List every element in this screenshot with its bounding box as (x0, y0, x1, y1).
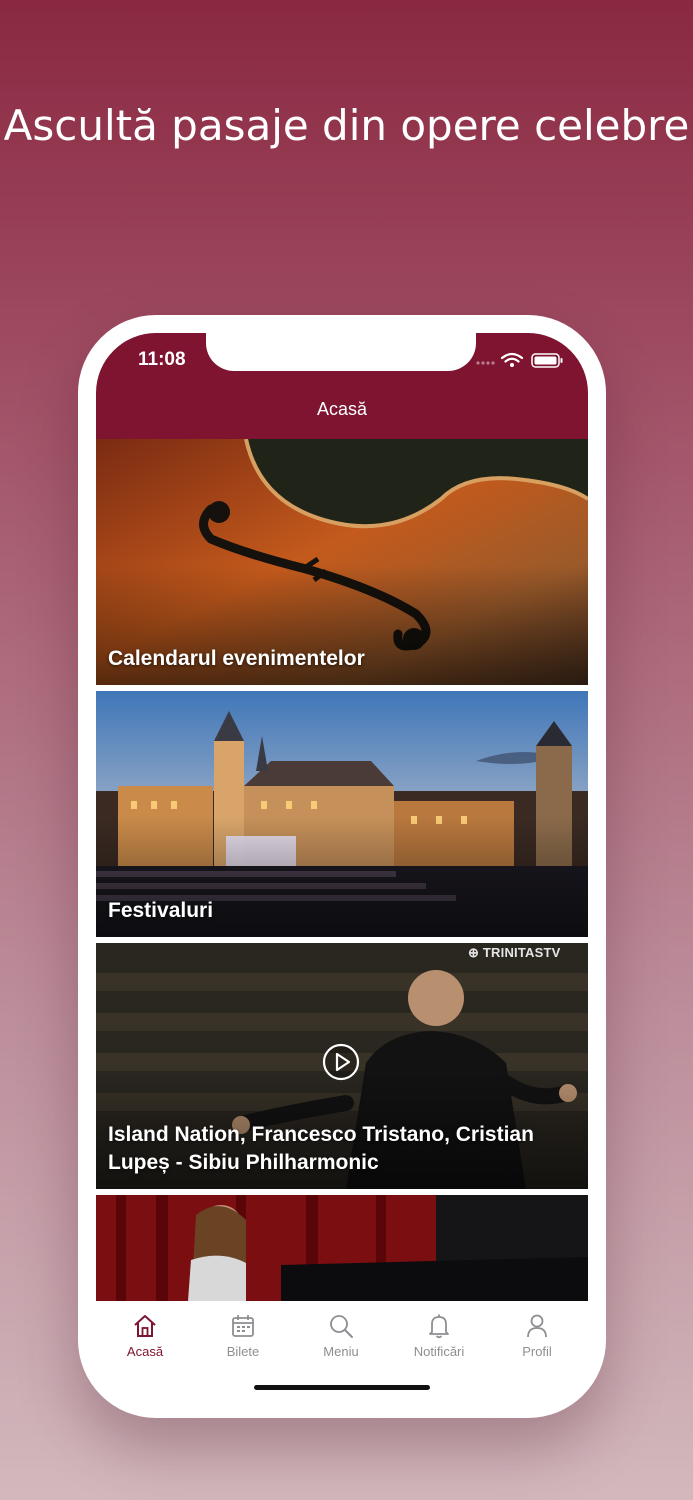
app-header: 11:08 Acasă (96, 333, 588, 439)
person-icon (527, 1314, 547, 1338)
home-icon (134, 1315, 156, 1337)
page-title: Acasă (316, 399, 368, 419)
card-calendar[interactable]: Calendarul evenimentelor (96, 439, 588, 685)
tab-label: Acasă (126, 1344, 164, 1359)
tab-label: Meniu (323, 1344, 359, 1359)
search-icon (330, 1315, 353, 1338)
card-video[interactable]: ⊕ TRINITASTV Island Nation, Francesco Tr… (96, 943, 588, 1189)
card-festivals[interactable]: Festivaluri (96, 691, 588, 937)
tab-label: Profil (522, 1344, 552, 1359)
play-icon[interactable] (322, 1043, 360, 1081)
card-title: Festivaluri (108, 899, 214, 922)
app-screen: 11:08 Acasă Calendarul evenimentelor Fes… (96, 333, 588, 1400)
calendar-icon (232, 1315, 254, 1337)
wifi-icon (500, 352, 524, 363)
tab-label: Bilete (226, 1344, 260, 1359)
tab-notifications[interactable]: Notificări (390, 1313, 488, 1359)
signal-icon (476, 361, 495, 365)
tab-label: Notificări (413, 1344, 465, 1359)
status-icons (476, 352, 563, 368)
card-title: Island Nation, Francesco Tristano, Crist… (108, 1123, 534, 1174)
status-time: 11:08 (138, 349, 186, 370)
piano-image (96, 1195, 588, 1301)
phone-notch (206, 333, 476, 371)
tab-home[interactable]: Acasă (96, 1313, 194, 1359)
plus-logo-icon: ⊕ (468, 945, 480, 960)
channel-watermark: ⊕ TRINITASTV (468, 945, 561, 961)
tab-profile[interactable]: Profil (488, 1313, 586, 1359)
home-indicator (254, 1385, 430, 1390)
tab-menu[interactable]: Meniu (292, 1313, 390, 1359)
tab-tickets[interactable]: Bilete (194, 1313, 292, 1359)
bell-icon (429, 1314, 449, 1339)
promo-headline: Ascultă pasaje din opere celebre (3, 101, 690, 150)
battery-icon (531, 353, 563, 368)
card-piano[interactable] (96, 1195, 588, 1301)
phone-frame: 11:08 Acasă Calendarul evenimentelor Fes… (78, 315, 606, 1418)
watermark-text: TRINITASTV (482, 945, 561, 960)
card-title: Calendarul evenimentelor (108, 647, 365, 670)
